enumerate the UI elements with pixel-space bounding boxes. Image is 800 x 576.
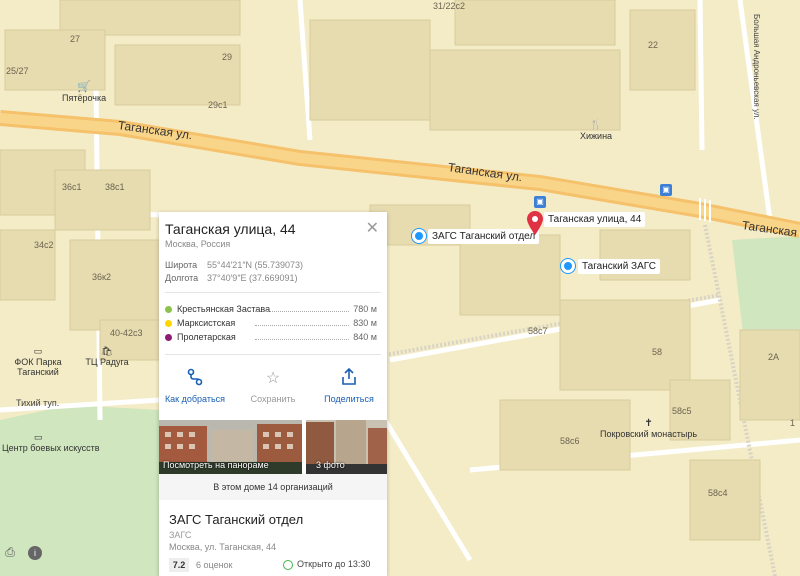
print-icon[interactable]: ⎙ [0, 542, 20, 562]
building-number: 29 [222, 52, 233, 62]
rating-badge: 7.2 [169, 558, 189, 572]
poi-pyaterochka[interactable]: 🛒 Пятёрочка [62, 80, 106, 103]
org-address: Москва, ул. Таганская, 44 [169, 542, 276, 552]
fork-knife-icon: 🍴 [589, 120, 603, 131]
reviews-count[interactable]: 6 оценок [196, 560, 232, 570]
latitude-value[interactable]: 55°44′21″N (55.739073) [207, 260, 303, 270]
building-number: 2А [768, 352, 780, 362]
cart-icon: 🛒 [77, 81, 91, 93]
organizations-link[interactable]: В этом доме 14 организаций [159, 474, 387, 500]
poi-khizhina[interactable]: 🍴 Хижина [580, 120, 612, 141]
building-number: 40-42с3 [110, 328, 143, 338]
street-label-tikhiy: Тихий туп. [16, 398, 60, 408]
building-number: 36с1 [62, 182, 82, 192]
org-category: ЗАГС [169, 530, 192, 540]
bus-stop-icon[interactable]: ▣ [534, 196, 546, 208]
marker-zags-otdel[interactable] [412, 229, 426, 243]
poi-fok[interactable]: ▭ ФОК Парка Таганский [8, 346, 68, 377]
building-number: 25/27 [6, 66, 29, 76]
latitude-row: Широта 55°44′21″N (55.739073) [165, 260, 303, 270]
map-background [0, 0, 800, 576]
org-title[interactable]: ЗАГС Таганский отдел [169, 512, 303, 527]
opening-hours: Открыто до 13:30 [283, 559, 370, 570]
building-number: 29с1 [208, 100, 228, 110]
panorama-photo[interactable]: Посмотреть на панораме [159, 420, 302, 474]
building-number: 27 [70, 34, 81, 44]
building-number: 58с4 [708, 488, 728, 498]
building-number: 58с5 [672, 406, 692, 416]
marker-label-zags-otdel[interactable]: ЗАГС Таганский отдел [428, 229, 540, 244]
close-icon[interactable]: ✕ [366, 218, 379, 238]
star-icon: ☆ [265, 370, 281, 387]
longitude-row: Долгота 37°40′9″E (37.669091) [165, 273, 298, 283]
sport-icon: ▭ [33, 346, 43, 356]
marker-taganskiy-zags[interactable] [561, 259, 575, 273]
metro-station[interactable]: Пролетарская 840 м [165, 332, 377, 344]
metro-station[interactable]: Крестьянская Застава 780 м [165, 304, 377, 316]
divider [165, 354, 381, 355]
route-button[interactable]: Как добраться [159, 368, 233, 404]
marker-label-taganskaya-44[interactable]: Таганская улица, 44 [544, 212, 646, 227]
poi-pokrovsky[interactable]: ✝ Покровский монастырь [600, 418, 697, 439]
clock-icon [283, 559, 293, 570]
sport-icon: ▭ [34, 432, 43, 442]
hours-text: Открыто до 13:30 [297, 559, 371, 569]
longitude-label: Долгота [165, 273, 199, 283]
info-icon[interactable]: i [28, 546, 42, 560]
building-number: 36к2 [92, 272, 111, 282]
building-number: 58с7 [528, 326, 548, 336]
share-icon [311, 367, 387, 388]
place-card: ✕ Таганская улица, 44 Москва, Россия Шир… [159, 212, 387, 576]
poi-tc-raduga[interactable]: 🛍 ТЦ Радуга [82, 346, 132, 367]
metro-line-dot [165, 306, 172, 313]
building-number: 38с1 [105, 182, 125, 192]
building-number: 31/22с2 [433, 1, 466, 11]
photo-strip: Посмотреть на панораме 3 фото [159, 420, 387, 474]
bus-stop-icon[interactable]: ▣ [660, 184, 672, 196]
building-number: 1 [790, 418, 796, 428]
share-button[interactable]: Поделиться [311, 367, 387, 404]
metro-line-dot [165, 320, 172, 327]
metro-station[interactable]: Марксистская 830 м [165, 318, 377, 330]
building-number: 22 [648, 40, 659, 50]
map-canvas[interactable]: 27 25/27 29 29с1 31/22с2 22 36с1 38с1 34… [0, 0, 800, 576]
building-number: 34с2 [34, 240, 54, 250]
place-title: Таганская улица, 44 [165, 221, 296, 237]
building-number: 58с6 [560, 436, 580, 446]
longitude-value[interactable]: 37°40′9″E (37.669091) [207, 273, 298, 283]
street-label-andronyevskaya: Большая Андроньевская ул. [752, 14, 761, 120]
route-icon [159, 368, 233, 388]
metro-line-dot [165, 334, 172, 341]
shopping-bag-icon: 🛍 [101, 346, 113, 356]
place-subtitle: Москва, Россия [165, 239, 231, 249]
save-button[interactable]: ☆ Сохранить [235, 368, 311, 404]
cross-icon: ✝ [644, 418, 653, 429]
marker-label-taganskiy-zags[interactable]: Таганский ЗАГС [578, 259, 660, 274]
divider [165, 292, 381, 293]
poi-boevykh[interactable]: ▭ Центр боевых искусств [2, 432, 100, 453]
latitude-label: Широта [165, 260, 198, 270]
red-pin-icon[interactable] [527, 211, 543, 240]
photos-thumbnail[interactable]: 3 фото [306, 420, 387, 474]
building-number: 58 [652, 347, 663, 357]
